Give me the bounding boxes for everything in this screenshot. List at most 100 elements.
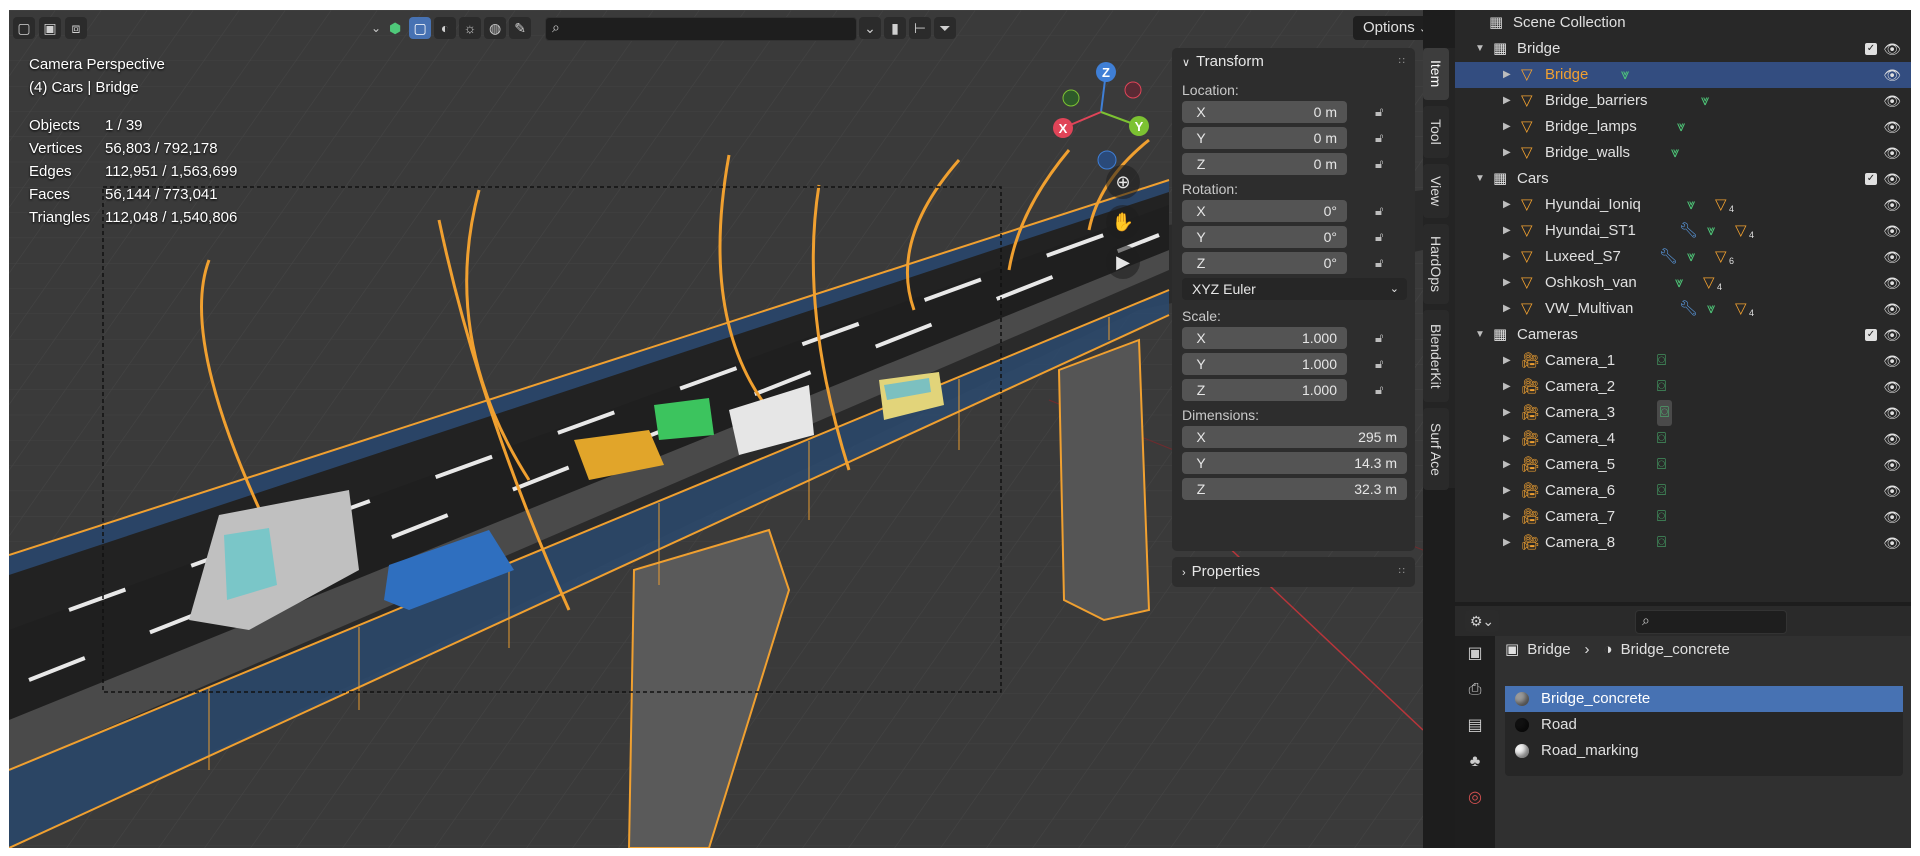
collapsed-arrow-icon[interactable]: ▶	[1503, 114, 1511, 140]
collapsed-arrow-icon[interactable]: ▶	[1503, 218, 1511, 244]
tab-surf-ace[interactable]: Surf Ace	[1423, 408, 1449, 490]
camera-data-icon[interactable]: ⌼	[1657, 426, 1666, 452]
scale-x-field[interactable]: X 1.000 🔓︎	[1182, 327, 1383, 349]
rotation-mode-select[interactable]: XYZ Euler ⌄	[1182, 278, 1407, 300]
pan-hand-icon[interactable]: ✋	[1106, 205, 1140, 239]
rotation-z-field[interactable]: Z 0° 🔓︎	[1182, 252, 1383, 274]
mesh-data-icon[interactable]: ⩔	[1687, 244, 1695, 270]
editor-type-icon[interactable]: ⚙⌄	[1465, 610, 1499, 632]
visibility-eye-icon[interactable]: 👁︎	[1883, 218, 1901, 244]
visibility-eye-icon[interactable]: 👁︎	[1883, 166, 1901, 192]
location-z-field[interactable]: Z 0 m 🔓︎	[1182, 153, 1383, 175]
outliner-object-row[interactable]: ▶ ▽ Bridge ⩔ 👁︎	[1455, 62, 1911, 88]
mesh-data-icon[interactable]: ⩔	[1675, 270, 1683, 296]
visibility-eye-icon[interactable]: 👁︎	[1883, 400, 1901, 426]
drag-handle-icon[interactable]: ∷	[1399, 48, 1405, 76]
material-slot-row[interactable]: Bridge_concrete	[1505, 686, 1903, 712]
visibility-eye-icon[interactable]: 👁︎	[1883, 374, 1901, 400]
collapsed-arrow-icon[interactable]: ▶	[1503, 140, 1511, 166]
camera-data-icon[interactable]: ⌼	[1657, 400, 1673, 426]
tab-hardops[interactable]: HardOps	[1423, 224, 1449, 304]
child-objects-icon[interactable]: ▽	[1715, 192, 1727, 218]
outliner-object-row[interactable]: ▶ ▽ Bridge_lamps ⩔ 👁︎	[1455, 114, 1911, 140]
render-tab-icon[interactable]: ▣	[1455, 636, 1495, 672]
outliner-object-row[interactable]: ▶ ▽ Luxeed_S7 🔧︎ ⩔ ▽ 6 👁︎	[1455, 244, 1911, 270]
visibility-eye-icon[interactable]: 👁︎	[1883, 114, 1901, 140]
scene-collection-row[interactable]: ▦ Scene Collection	[1455, 10, 1911, 36]
hierarchy-icon[interactable]: ⊢	[909, 17, 931, 39]
view-layer-tab-icon[interactable]: ▤	[1455, 708, 1495, 744]
lock-icon[interactable]: 🔓︎	[1375, 255, 1383, 271]
filter-material-icon[interactable]: ◐	[434, 17, 457, 39]
camera-view-icon[interactable]: ▶	[1106, 245, 1140, 279]
visibility-eye-icon[interactable]: 👁︎	[1883, 140, 1901, 166]
transform-header[interactable]: ∨ Transform ∷	[1172, 48, 1415, 76]
options-button[interactable]: Options ⌄	[1353, 16, 1423, 40]
bookmark-icon[interactable]: ▮	[884, 17, 906, 39]
outliner-object-row[interactable]: ▶ 🎥︎ Camera_7 ⌼ 👁︎	[1455, 504, 1911, 530]
material-slot-row[interactable]: Road_marking	[1505, 738, 1903, 764]
outliner-object-row[interactable]: ▶ 🎥︎ Camera_3 ⌼ 👁︎	[1455, 400, 1911, 426]
outliner-object-row[interactable]: ▶ 🎥︎ Camera_2 ⌼ 👁︎	[1455, 374, 1911, 400]
object-type-icon[interactable]: ⬢	[384, 17, 406, 39]
lock-icon[interactable]: 🔓︎	[1375, 203, 1383, 219]
lock-icon[interactable]: 🔓︎	[1375, 104, 1383, 120]
outliner-object-row[interactable]: ▶ ▽ Oshkosh_van ⩔ ▽ 4 👁︎	[1455, 270, 1911, 296]
collapsed-arrow-icon[interactable]: ▶	[1503, 244, 1511, 270]
modifier-wrench-icon[interactable]: 🔧︎	[1659, 244, 1678, 270]
collapsed-arrow-icon[interactable]: ▶	[1503, 452, 1511, 478]
mesh-data-icon[interactable]: ⩔	[1621, 62, 1629, 88]
mesh-data-icon[interactable]: ⩔	[1701, 88, 1709, 114]
collapsed-arrow-icon[interactable]: ▶	[1503, 88, 1511, 114]
dimensions-z-field[interactable]: Z 32.3 m	[1182, 478, 1407, 500]
collection-checkbox[interactable]: ✓	[1865, 329, 1877, 341]
camera-data-icon[interactable]: ⌼	[1657, 478, 1666, 504]
select-box-icon[interactable]: ▢	[13, 17, 35, 39]
visibility-eye-icon[interactable]: 👁︎	[1883, 478, 1901, 504]
tab-item[interactable]: Item	[1423, 48, 1449, 100]
outliner-object-row[interactable]: ▶ 🎥︎ Camera_5 ⌼ 👁︎	[1455, 452, 1911, 478]
visibility-eye-icon[interactable]: 👁︎	[1883, 426, 1901, 452]
camera-data-icon[interactable]: ⌼	[1657, 348, 1666, 374]
mesh-data-icon[interactable]: ⩔	[1687, 192, 1695, 218]
child-objects-icon[interactable]: ▽	[1715, 244, 1727, 270]
rotation-y-field[interactable]: Y 0° 🔓︎	[1182, 226, 1383, 248]
expanded-arrow-icon[interactable]: ▼	[1475, 322, 1485, 348]
camera-data-icon[interactable]: ⌼	[1657, 504, 1666, 530]
outliner-object-row[interactable]: ▶ ▽ Hyundai_Ioniq ⩔ ▽ 4 👁︎	[1455, 192, 1911, 218]
tab-blenderkit[interactable]: BlenderKit	[1423, 310, 1449, 402]
child-objects-icon[interactable]: ▽	[1735, 296, 1747, 322]
visibility-eye-icon[interactable]: 👁︎	[1883, 244, 1901, 270]
modifier-wrench-icon[interactable]: 🔧︎	[1679, 218, 1698, 244]
outliner-object-row[interactable]: ▶ 🎥︎ Camera_8 ⌼ 👁︎	[1455, 530, 1911, 556]
camera-data-icon[interactable]: ⌼	[1657, 452, 1666, 478]
tab-view[interactable]: View	[1423, 164, 1449, 218]
lock-icon[interactable]: 🔓︎	[1375, 156, 1383, 172]
scale-y-field[interactable]: Y 1.000 🔓︎	[1182, 353, 1383, 375]
visibility-eye-icon[interactable]: 👁︎	[1883, 452, 1901, 478]
funnel-icon[interactable]: ⏷	[934, 17, 956, 39]
dimensions-y-field[interactable]: Y 14.3 m	[1182, 452, 1407, 474]
collapsed-arrow-icon[interactable]: ▶	[1503, 296, 1511, 322]
visibility-eye-icon[interactable]: 👁︎	[1883, 504, 1901, 530]
visibility-eye-icon[interactable]: 👁︎	[1883, 296, 1901, 322]
expanded-arrow-icon[interactable]: ▼	[1475, 36, 1485, 62]
collapsed-arrow-icon[interactable]: ▶	[1503, 400, 1511, 426]
visibility-eye-icon[interactable]: 👁︎	[1883, 348, 1901, 374]
lock-icon[interactable]: 🔓︎	[1375, 356, 1383, 372]
mesh-data-icon[interactable]: ⩔	[1707, 218, 1715, 244]
material-slot-row[interactable]: Road	[1505, 712, 1903, 738]
collapsed-arrow-icon[interactable]: ▶	[1503, 270, 1511, 296]
chevron-down-icon[interactable]: ⌄	[371, 21, 381, 35]
visibility-eye-icon[interactable]: 👁︎	[1883, 270, 1901, 296]
location-x-field[interactable]: X 0 m 🔓︎	[1182, 101, 1383, 123]
outliner-object-row[interactable]: ▶ ▽ Bridge_walls ⩔ 👁︎	[1455, 140, 1911, 166]
select-subtract-icon[interactable]: ⧈	[65, 17, 87, 39]
collapsed-arrow-icon[interactable]: ▶	[1503, 426, 1511, 452]
child-objects-icon[interactable]: ▽	[1735, 218, 1747, 244]
collection-checkbox[interactable]: ✓	[1865, 43, 1877, 55]
drag-handle-icon[interactable]: ∷	[1399, 557, 1405, 587]
visibility-eye-icon[interactable]: 👁︎	[1883, 88, 1901, 114]
outliner-object-row[interactable]: ▶ 🎥︎ Camera_6 ⌼ 👁︎	[1455, 478, 1911, 504]
zoom-icon[interactable]: ⊕	[1106, 165, 1140, 199]
